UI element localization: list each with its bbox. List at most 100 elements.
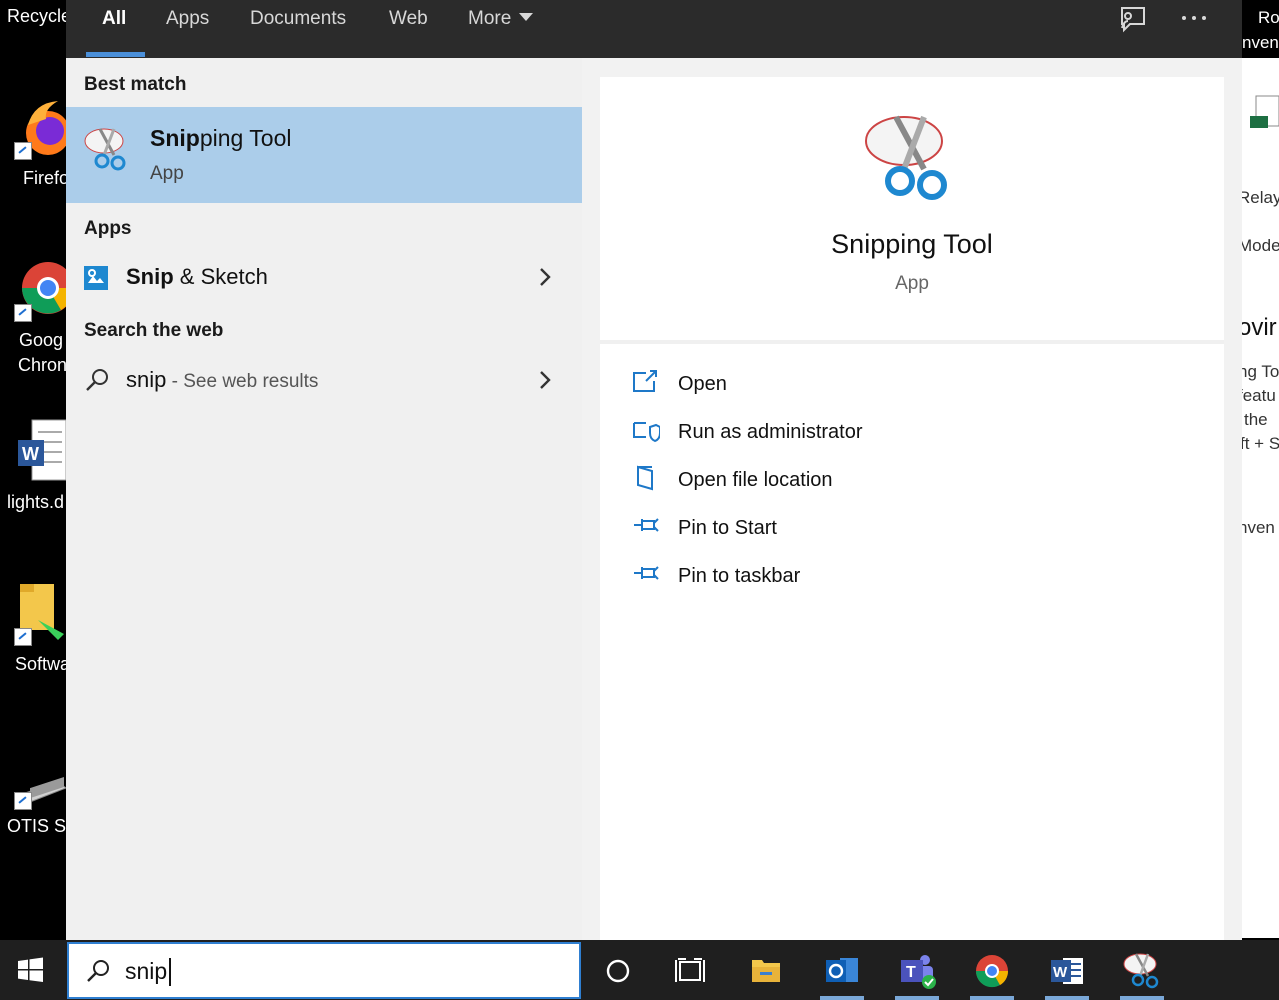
tab-web[interactable]: Web xyxy=(389,0,428,58)
background-text: nven xyxy=(1238,518,1275,537)
background-text: Relay xyxy=(1238,188,1279,207)
action-label: Run as administrator xyxy=(678,421,863,443)
taskbar-search-box[interactable]: snip xyxy=(67,942,581,999)
action-label: Pin to taskbar xyxy=(678,565,801,587)
more-options-icon[interactable] xyxy=(1178,4,1210,34)
preview-subtitle: App xyxy=(895,273,929,294)
taskbar-snipping-tool[interactable] xyxy=(1112,940,1172,1000)
action-label: Pin to Start xyxy=(678,517,777,539)
web-result-row[interactable]: snip - See web results xyxy=(66,357,582,405)
desktop-icon-label-software[interactable]: Softwa xyxy=(15,654,70,675)
search-tabs-bar: All Apps Documents Web More xyxy=(66,0,1242,58)
snipping-tool-icon xyxy=(84,128,126,171)
running-indicator xyxy=(1120,996,1164,1000)
taskbar-teams[interactable]: T xyxy=(887,940,947,1000)
word-document-icon[interactable]: W xyxy=(18,418,66,484)
file-location-icon xyxy=(637,465,653,491)
text-cursor xyxy=(169,958,171,986)
background-text: ovir xyxy=(1238,314,1277,341)
best-match-item[interactable]: Snipping Tool App xyxy=(66,107,582,203)
chevron-right-icon[interactable] xyxy=(538,266,552,288)
open-icon xyxy=(633,370,657,392)
chrome-icon xyxy=(975,955,1009,988)
shortcut-arrow-icon xyxy=(14,628,32,646)
best-match-title-bold: Snip xyxy=(150,125,200,151)
app-result-label: Snip & Sketch xyxy=(126,264,268,290)
search-input[interactable]: snip xyxy=(125,958,525,985)
background-text: Mode xyxy=(1238,236,1279,255)
taskbar-word[interactable]: W xyxy=(1037,940,1097,1000)
best-match-title: Snipping Tool xyxy=(150,125,292,152)
desktop-icon-label-recycle[interactable]: Recycle xyxy=(7,6,71,27)
action-label: Open xyxy=(678,373,727,395)
tab-all[interactable]: All xyxy=(102,0,126,58)
windows-start-icon[interactable] xyxy=(0,940,62,1000)
best-match-header: Best match xyxy=(84,74,187,95)
shortcut-arrow-icon xyxy=(14,792,32,810)
running-indicator xyxy=(970,996,1014,1000)
app-result-label-rest: & Sketch xyxy=(173,264,268,289)
feedback-icon[interactable] xyxy=(1116,4,1148,34)
web-result-label: snip - See web results xyxy=(126,367,318,393)
excel-icon xyxy=(1250,95,1279,128)
shield-icon xyxy=(633,422,660,443)
taskbar-file-explorer[interactable] xyxy=(736,940,796,1000)
pin-icon xyxy=(634,566,659,580)
taskbar-outlook[interactable] xyxy=(812,940,872,1000)
web-result-query: snip xyxy=(126,367,167,392)
action-label: Open file location xyxy=(678,469,833,491)
tab-active-indicator xyxy=(86,52,145,57)
task-view-icon[interactable] xyxy=(660,940,720,1000)
preview-divider xyxy=(600,340,1224,344)
svg-text:W: W xyxy=(1053,964,1068,981)
action-open-file-location[interactable]: Open file location xyxy=(632,463,1032,503)
running-indicator xyxy=(1045,996,1089,1000)
desktop-icon-label-chrome-2[interactable]: Chron xyxy=(18,355,67,376)
svg-text:T: T xyxy=(906,964,916,981)
chevron-right-icon[interactable] xyxy=(538,369,552,391)
search-icon xyxy=(86,369,108,391)
background-text: featu xyxy=(1238,386,1276,405)
action-pin-to-taskbar[interactable]: Pin to taskbar xyxy=(632,559,1032,599)
action-run-as-admin[interactable]: Run as administrator xyxy=(632,415,1032,455)
running-indicator xyxy=(895,996,939,1000)
running-indicator xyxy=(820,996,864,1000)
background-text: ng To xyxy=(1238,362,1279,381)
chevron-down-icon xyxy=(519,13,534,21)
preview-title: Snipping Tool xyxy=(831,229,993,259)
taskbar: snip T W xyxy=(0,940,1279,1000)
desktop-icon-label-lights[interactable]: lights.d xyxy=(7,492,64,513)
app-result-label-bold: Snip xyxy=(126,264,174,289)
results-list: Best match Snipping Tool App Apps Snip &… xyxy=(66,58,582,940)
snipping-tool-large-icon xyxy=(865,115,947,200)
background-text: ft + S xyxy=(1240,434,1279,453)
background-text: Ro xyxy=(1258,8,1279,27)
svg-text:W: W xyxy=(22,444,39,464)
background-text: nven xyxy=(1242,33,1279,52)
search-web-header: Search the web xyxy=(84,320,224,341)
file-explorer-icon xyxy=(752,960,780,982)
tab-more[interactable]: More xyxy=(468,0,534,58)
shortcut-arrow-icon xyxy=(14,142,32,160)
shortcut-arrow-icon xyxy=(14,304,32,322)
web-result-suffix: - See web results xyxy=(166,371,319,392)
desktop-icon-label-chrome[interactable]: Goog xyxy=(19,330,63,351)
action-open[interactable]: Open xyxy=(632,367,1032,407)
tab-documents[interactable]: Documents xyxy=(250,0,346,58)
snipping-tool-icon xyxy=(1123,953,1159,989)
tab-more-label: More xyxy=(468,8,512,29)
search-icon xyxy=(87,960,109,982)
taskbar-chrome[interactable] xyxy=(962,940,1022,1000)
tab-apps[interactable]: Apps xyxy=(166,0,209,58)
desktop-icon-label-firefox[interactable]: Firefo xyxy=(23,168,69,189)
action-pin-to-start[interactable]: Pin to Start xyxy=(632,511,1032,551)
outlook-icon xyxy=(826,958,858,982)
start-search-panel: All Apps Documents Web More Best match S… xyxy=(66,0,1242,940)
teams-icon: T xyxy=(901,955,936,989)
word-icon: W xyxy=(1051,958,1083,984)
app-result-snip-sketch[interactable]: Snip & Sketch xyxy=(66,254,582,302)
cortana-icon[interactable] xyxy=(588,940,648,1000)
preview-pane: Snipping Tool App Open Run as administra… xyxy=(600,77,1224,940)
best-match-title-rest: ping Tool xyxy=(199,125,292,151)
snip-sketch-icon xyxy=(84,266,108,290)
